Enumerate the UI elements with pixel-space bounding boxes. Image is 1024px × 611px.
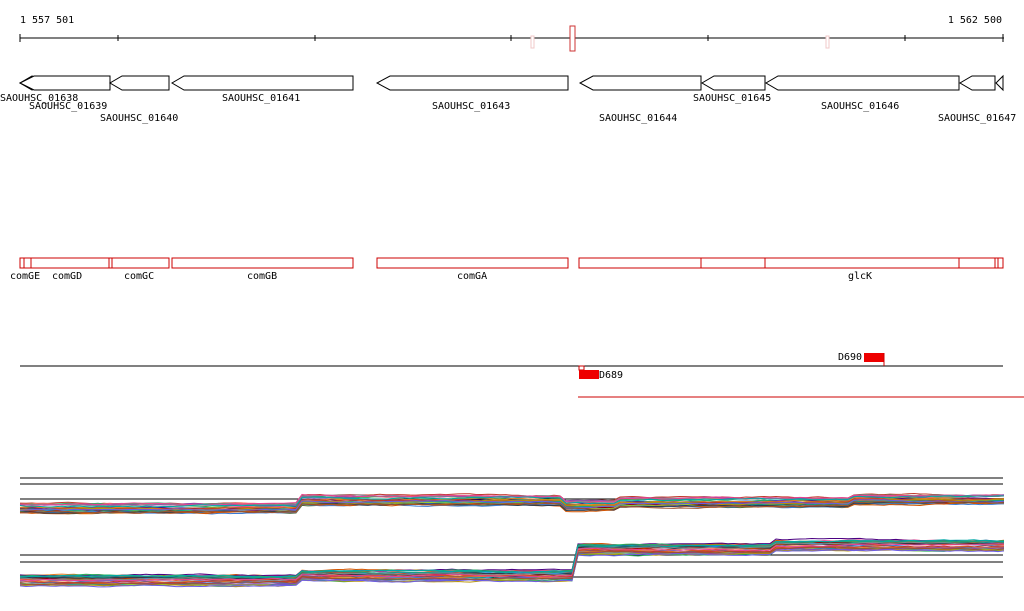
locus-arrow[interactable] xyxy=(171,75,354,91)
gene-label: comGE xyxy=(10,271,40,282)
gene-label: glcK xyxy=(848,271,872,282)
feature-d689-marker xyxy=(578,365,585,371)
gene-box[interactable] xyxy=(958,257,996,269)
gene-label: comGB xyxy=(247,271,277,282)
locus-arrow[interactable] xyxy=(765,75,960,91)
feature-d689-box[interactable] xyxy=(579,370,599,379)
axis-marker-small xyxy=(530,35,535,49)
gene-box[interactable] xyxy=(764,257,960,269)
locus-label: SAOUHSC_01644 xyxy=(599,113,677,124)
gene-box[interactable] xyxy=(700,257,766,269)
locus-arrow[interactable] xyxy=(959,75,996,91)
locus-label: SAOUHSC_01641 xyxy=(222,93,300,104)
locus-label: SAOUHSC_01646 xyxy=(821,101,899,112)
gene-label: comGA xyxy=(457,271,487,282)
locus-arrow[interactable] xyxy=(701,75,766,91)
locus-arrow[interactable] xyxy=(578,75,702,91)
gene-box[interactable] xyxy=(30,257,110,269)
axis-start-label: 1 557 501 xyxy=(20,15,74,26)
gene-label: comGC xyxy=(124,271,154,282)
axis-end-label: 1 562 500 xyxy=(948,15,1002,26)
locus-label: SAOUHSC_01645 xyxy=(693,93,771,104)
locus-labels: SAOUHSC_01638 SAOUHSC_01639 SAOUHSC_0164… xyxy=(0,93,1016,124)
signal-track-upper xyxy=(19,477,1005,515)
locus-arrow[interactable] xyxy=(375,75,569,91)
locus-arrow[interactable] xyxy=(18,75,111,91)
gene-box[interactable] xyxy=(376,257,569,269)
genome-browser-canvas: 1 557 501 1 562 500 SAOUHSC_01638 SAOUHS… xyxy=(0,15,1024,588)
feature-d689-label: D689 xyxy=(599,370,623,381)
signal-track-lower xyxy=(19,537,1005,588)
feature-d690-label: D690 xyxy=(838,352,862,363)
axis-marker-selection[interactable] xyxy=(569,25,576,52)
gene-box[interactable] xyxy=(19,257,25,269)
feature-d690-box[interactable] xyxy=(864,353,884,362)
feature-track: D690 D689 xyxy=(20,352,1024,398)
gene-box[interactable] xyxy=(997,257,1004,269)
gene-box[interactable] xyxy=(171,257,354,269)
locus-arrow[interactable] xyxy=(995,74,1004,92)
axis-marker-small xyxy=(825,35,830,49)
gene-label: comGD xyxy=(52,271,82,282)
locus-track xyxy=(18,74,1004,92)
gene-box[interactable] xyxy=(578,257,702,269)
gene-track xyxy=(19,257,1004,269)
gene-box[interactable] xyxy=(23,257,32,269)
locus-label: SAOUHSC_01647 xyxy=(938,113,1016,124)
coordinate-axis: 1 557 501 1 562 500 xyxy=(19,15,1004,52)
gene-labels: comGE comGD comGC comGB comGA glcK xyxy=(10,271,872,282)
locus-label: SAOUHSC_01639 xyxy=(29,101,107,112)
locus-arrow[interactable] xyxy=(109,75,170,91)
locus-label: SAOUHSC_01640 xyxy=(100,113,178,124)
locus-label: SAOUHSC_01643 xyxy=(432,101,510,112)
gene-box[interactable] xyxy=(111,257,170,269)
